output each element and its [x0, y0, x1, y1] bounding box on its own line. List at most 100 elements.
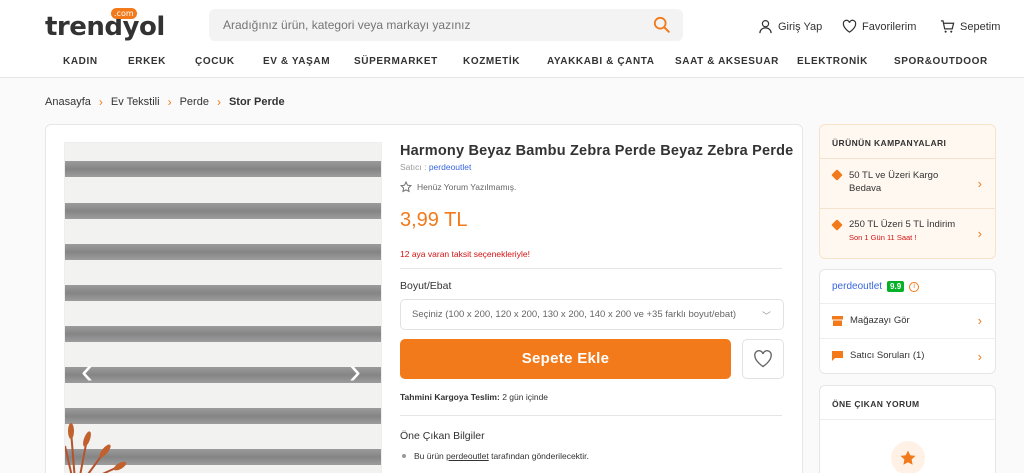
campaign-text: 50 TL ve Üzeri Kargo Bedava [849, 170, 939, 194]
campaigns-title: ÜRÜNÜN KAMPANYALARI [820, 125, 995, 159]
nav-item-kadin[interactable]: KADIN [63, 56, 98, 67]
campaign-item[interactable]: 50 TL ve Üzeri Kargo Bedava › [820, 159, 995, 209]
store-icon [832, 316, 843, 326]
plant-decoration [65, 423, 127, 473]
chevron-right-icon: › [216, 95, 221, 109]
nav-item-erkek[interactable]: ERKEK [128, 56, 166, 67]
chevron-right-icon: › [977, 226, 982, 241]
cart-icon [940, 20, 955, 33]
divider [400, 268, 782, 269]
visit-store-label: Mağazayı Gör [850, 315, 910, 326]
nav-item-supermarket[interactable]: SÜPERMARKET [354, 56, 438, 67]
highlight-seller-link[interactable]: perdeoutlet [446, 451, 489, 461]
search-input[interactable] [209, 9, 629, 41]
breadcrumb-item[interactable]: Ev Tekstili [111, 96, 160, 108]
chevron-right-icon: › [977, 348, 982, 364]
highlight-item: Bu ürün perdeoutlet tarafından gönderile… [400, 451, 589, 461]
bullet-icon [402, 454, 406, 458]
login-label: Giriş Yap [778, 20, 823, 33]
nav-item-ev-yasam[interactable]: EV & YAŞAM [263, 56, 330, 67]
size-select-value: Seçiniz (100 x 200, 120 x 200, 130 x 200… [412, 309, 737, 320]
star-icon [900, 450, 916, 465]
size-label: Boyut/Ebat [400, 280, 452, 292]
seller-questions-link[interactable]: Satıcı Soruları (1) › [820, 339, 995, 373]
chat-icon [832, 351, 843, 361]
cart-label: Sepetim [960, 20, 1001, 33]
seller-score-badge: 9.9 [887, 281, 905, 292]
seller-name-link[interactable]: perdeoutlet [832, 281, 882, 292]
star-outline-icon [400, 181, 412, 193]
chevron-right-icon: › [977, 313, 982, 328]
blind-stripe [65, 367, 381, 383]
nav-item-cocuk[interactable]: ÇOCUK [195, 56, 235, 67]
campaign-countdown: Son 1 Gün 11 Saat ! [849, 233, 917, 242]
logo-text: trendyol [45, 12, 165, 42]
nav-item-elektronik[interactable]: ELEKTRONİK [797, 56, 868, 67]
review-text: Henüz Yorum Yazılmamış. [417, 182, 517, 192]
nav-item-spor-outdoor[interactable]: SPOR&OUTDOOR [894, 56, 988, 67]
blind-stripe [65, 203, 381, 219]
highlights-title: Öne Çıkan Bilgiler [400, 430, 485, 442]
nav-item-saat-aksesuar[interactable]: SAAT & AKSESUAR [675, 56, 779, 67]
product-price: 3,99 TL [400, 209, 468, 231]
featured-review-title: ÖNE ÇIKAN YORUM [820, 386, 995, 420]
visit-store-link[interactable]: Mağazayı Gör › [820, 304, 995, 339]
info-icon[interactable]: i [909, 281, 920, 292]
favorites-link[interactable]: Favorilerim [842, 19, 916, 34]
add-to-cart-button[interactable]: Sepete Ekle [400, 339, 731, 379]
chevron-left-icon: ‹ [81, 350, 93, 391]
search-icon[interactable] [653, 16, 671, 34]
product-image[interactable]: ‹ › [64, 142, 382, 473]
heart-icon [842, 19, 857, 33]
campaign-item[interactable]: 250 TL Üzeri 5 TL İndirim Son 1 Gün 11 S… [820, 209, 995, 258]
delivery-label: Tahmini Kargoya Teslim: [400, 392, 500, 402]
blind-stripe [65, 285, 381, 301]
star-badge [891, 441, 925, 473]
seller-questions-label: Satıcı Soruları (1) [850, 350, 925, 361]
prev-image-button[interactable]: ‹ [77, 353, 97, 389]
featured-review-box: ÖNE ÇIKAN YORUM [819, 385, 996, 473]
seller-line: Satıcı : perdeoutlet [400, 162, 471, 172]
tag-icon [831, 169, 843, 181]
campaigns-box: ÜRÜNÜN KAMPANYALARI 50 TL ve Üzeri Kargo… [819, 124, 996, 259]
seller-header: perdeoutlet 9.9 i [820, 270, 995, 304]
favorite-button[interactable] [742, 339, 784, 379]
divider [400, 415, 782, 416]
search-bar [209, 9, 683, 41]
delivery-info: Tahmini Kargoya Teslim: 2 gün içinde [400, 392, 548, 402]
user-icon [759, 19, 772, 34]
chevron-down-icon: ﹀ [761, 311, 771, 321]
blind-stripe [65, 326, 381, 342]
highlight-suffix: tarafından gönderilecektir. [491, 451, 589, 461]
nav-item-ayakkabi-canta[interactable]: AYAKKABI & ÇANTA [547, 56, 655, 67]
seller-box: perdeoutlet 9.9 i Mağazayı Gör › Satıcı … [819, 269, 996, 374]
header: trendyol .com Giriş Yap Favorilerim Sepe… [0, 0, 1024, 78]
blind-stripe [65, 161, 381, 177]
breadcrumb-current[interactable]: Stor Perde [229, 96, 285, 108]
heart-icon [754, 350, 772, 368]
installment-text: 12 aya varan taksit seçenekleriyle! [400, 249, 530, 259]
seller-link[interactable]: perdeoutlet [429, 162, 472, 172]
chevron-right-icon: › [977, 175, 982, 191]
logo-badge: .com [111, 8, 137, 19]
product-container: ‹ › Harmony Beyaz Bambu Zebra Perde Beya… [45, 124, 803, 473]
chevron-right-icon: › [98, 95, 103, 109]
review-status: Henüz Yorum Yazılmamış. [400, 181, 516, 193]
chevron-right-icon: › [349, 350, 361, 391]
blind-stripe [65, 244, 381, 260]
tag-icon [831, 219, 843, 231]
breadcrumb-item[interactable]: Perde [180, 96, 209, 108]
cart-link[interactable]: Sepetim [940, 19, 1000, 34]
highlight-prefix: Bu ürün [414, 451, 444, 461]
campaign-text: 250 TL Üzeri 5 TL İndirim [849, 219, 956, 230]
favorites-label: Favorilerim [862, 20, 917, 33]
product-title: Harmony Beyaz Bambu Zebra Perde Beyaz Ze… [400, 143, 794, 159]
next-image-button[interactable]: › [345, 353, 365, 389]
size-select[interactable]: Seçiniz (100 x 200, 120 x 200, 130 x 200… [400, 299, 784, 330]
category-nav: KADIN ERKEK ÇOCUK EV & YAŞAM SÜPERMARKET… [0, 56, 1024, 72]
breadcrumb-item[interactable]: Anasayfa [45, 96, 91, 108]
nav-item-kozmetik[interactable]: KOZMETİK [463, 56, 520, 67]
trendyol-logo[interactable]: trendyol .com [45, 8, 165, 42]
login-link[interactable]: Giriş Yap [758, 19, 822, 34]
breadcrumb: Anasayfa › Ev Tekstili › Perde › Stor Pe… [45, 95, 285, 109]
